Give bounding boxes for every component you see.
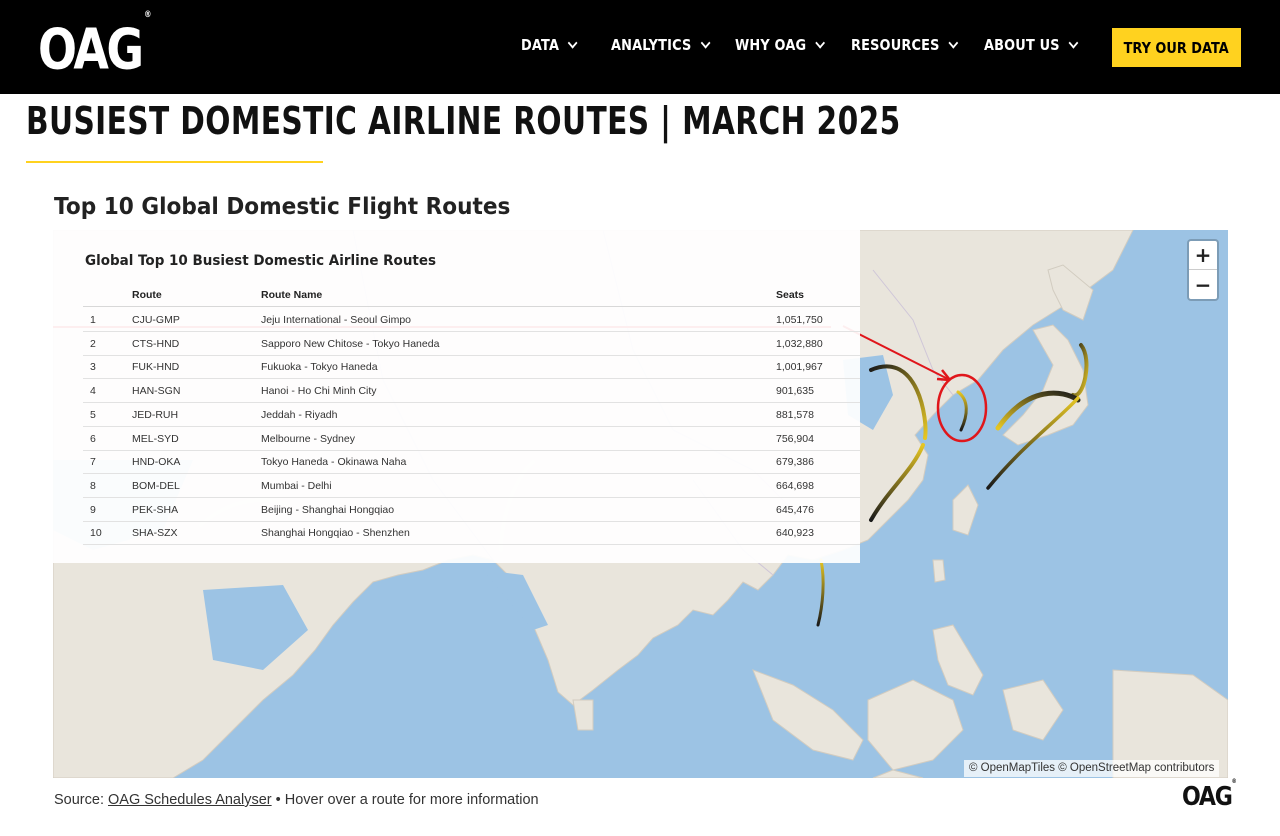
- cell-rank: 9: [90, 503, 96, 516]
- table-row[interactable]: 7 HND-OKA Tokyo Haneda - Okinawa Naha 679,3…: [83, 450, 860, 475]
- source-link[interactable]: OAG Schedules Analyser: [108, 792, 272, 808]
- zoom-out-button[interactable]: −: [1189, 270, 1217, 299]
- section-title: Top 10 Global Domestic Flight Routes: [54, 194, 511, 220]
- cell-seats: 1,001,967: [776, 361, 823, 374]
- cell-route: FUK-HND: [132, 361, 180, 374]
- chevron-down-icon: [948, 36, 959, 49]
- cell-route: CTS-HND: [132, 337, 180, 350]
- table-row[interactable]: 10 SHA-SZX Shanghai Hongqiao - Shenzhen 640…: [83, 521, 860, 546]
- chevron-down-icon: [568, 36, 578, 49]
- table-row[interactable]: 8 BOM-DEL Mumbai - Delhi 664,698: [83, 474, 860, 498]
- site-header: OAG® DATA ANALYTICS WHY OAG RESOURCES AB…: [0, 0, 1280, 94]
- source-prefix: Source:: [54, 792, 108, 808]
- cell-route: SHA-SZX: [132, 527, 178, 540]
- cell-route: HND-OKA: [132, 456, 181, 469]
- cell-seats: 645,476: [776, 503, 814, 516]
- nav-why-oag[interactable]: WHY OAG: [735, 36, 825, 54]
- cell-rank: 5: [90, 408, 96, 421]
- cell-route-name: Jeju International - Seoul Gimpo: [261, 314, 411, 326]
- title-underline: [26, 161, 323, 163]
- cell-rank: 8: [90, 479, 96, 492]
- nav-about-us[interactable]: ABOUT US: [984, 36, 1079, 54]
- map-attribution[interactable]: © OpenMapTiles © OpenStreetMap contribut…: [964, 760, 1220, 777]
- cell-rank: 6: [90, 432, 96, 445]
- cell-route: JED-RUH: [132, 408, 179, 421]
- table-header: Route Route Name Seats: [83, 288, 860, 307]
- table-row[interactable]: 2 CTS-HND Sapporo New Chitose - Tokyo Hane…: [83, 332, 860, 356]
- cell-rank: 2: [90, 337, 96, 350]
- chevron-down-icon: [815, 36, 825, 49]
- cell-route-name: Sapporo New Chitose - Tokyo Haneda: [261, 337, 440, 350]
- cell-route: CJU-GMP: [132, 314, 180, 326]
- table-row[interactable]: 6 MEL-SYD Melbourne - Sydney 756,904: [83, 427, 860, 451]
- cell-rank: 4: [90, 385, 96, 398]
- cell-rank: 7: [90, 456, 96, 469]
- footer-oag-logo[interactable]: OAG®: [1182, 778, 1237, 812]
- table-row[interactable]: 5 JED-RUH Jeddah - Riyadh 881,578: [83, 403, 860, 427]
- cell-rank: 1: [90, 314, 96, 326]
- header-route-name: Route Name: [261, 289, 323, 301]
- cell-route-name: Fukuoka - Tokyo Haneda: [261, 361, 378, 374]
- cell-route-name: Mumbai - Delhi: [261, 479, 332, 492]
- cell-route-name: Tokyo Haneda - Okinawa Naha: [261, 456, 407, 469]
- cell-seats: 1,032,880: [776, 337, 823, 350]
- chevron-down-icon: [700, 36, 711, 49]
- nav-analytics[interactable]: ANALYTICS: [611, 36, 711, 54]
- source-note: Source: OAG Schedules Analyser • Hover o…: [54, 792, 539, 808]
- cell-seats: 640,923: [776, 527, 814, 540]
- cell-seats: 664,698: [776, 479, 814, 492]
- table-row[interactable]: 4 HAN-SGN Hanoi - Ho Chi Minh City 901,635: [83, 379, 860, 404]
- cell-route-name: Melbourne - Sydney: [261, 432, 355, 445]
- cell-seats: 901,635: [776, 385, 814, 398]
- routes-table-card: Global Top 10 Busiest Domestic Airline R…: [53, 230, 860, 563]
- cell-route-name: Hanoi - Ho Chi Minh City: [261, 385, 377, 398]
- zoom-in-button[interactable]: +: [1189, 241, 1217, 270]
- nav-data[interactable]: DATA: [521, 36, 578, 54]
- table-row[interactable]: 9 PEK-SHA Beijing - Shanghai Hongqiao 645,4…: [83, 498, 860, 522]
- page-title: BUSIEST DOMESTIC AIRLINE ROUTES | MARCH …: [26, 99, 901, 143]
- cell-seats: 881,578: [776, 408, 814, 421]
- cell-rank: 10: [90, 527, 102, 540]
- cell-seats: 756,904: [776, 432, 814, 445]
- cell-route: MEL-SYD: [132, 432, 179, 445]
- chevron-down-icon: [1068, 36, 1079, 49]
- cell-route-name: Beijing - Shanghai Hongqiao: [261, 503, 395, 516]
- table-row[interactable]: 1 CJU-GMP Jeju International - Seoul Gimpo…: [83, 308, 860, 332]
- header-seats: Seats: [776, 289, 805, 301]
- cell-rank: 3: [90, 361, 96, 374]
- cell-seats: 679,386: [776, 456, 814, 469]
- nav-resources[interactable]: RESOURCES: [851, 36, 959, 54]
- table-title: Global Top 10 Busiest Domestic Airline R…: [85, 253, 437, 269]
- zoom-control: + −: [1187, 239, 1219, 301]
- cell-route: PEK-SHA: [132, 503, 179, 516]
- source-suffix: • Hover over a route for more informatio…: [271, 792, 539, 808]
- oag-logo[interactable]: OAG®: [38, 10, 151, 86]
- cell-route: BOM-DEL: [132, 479, 180, 492]
- cell-route-name: Shanghai Hongqiao - Shenzhen: [261, 527, 410, 540]
- table-row[interactable]: 3 FUK-HND Fukuoka - Tokyo Haneda 1,001,967: [83, 355, 860, 380]
- cell-route: HAN-SGN: [132, 385, 181, 398]
- header-route: Route: [132, 289, 162, 301]
- cell-route-name: Jeddah - Riyadh: [261, 408, 338, 421]
- cell-seats: 1,051,750: [776, 314, 823, 326]
- try-our-data-button[interactable]: TRY OUR DATA: [1112, 28, 1241, 67]
